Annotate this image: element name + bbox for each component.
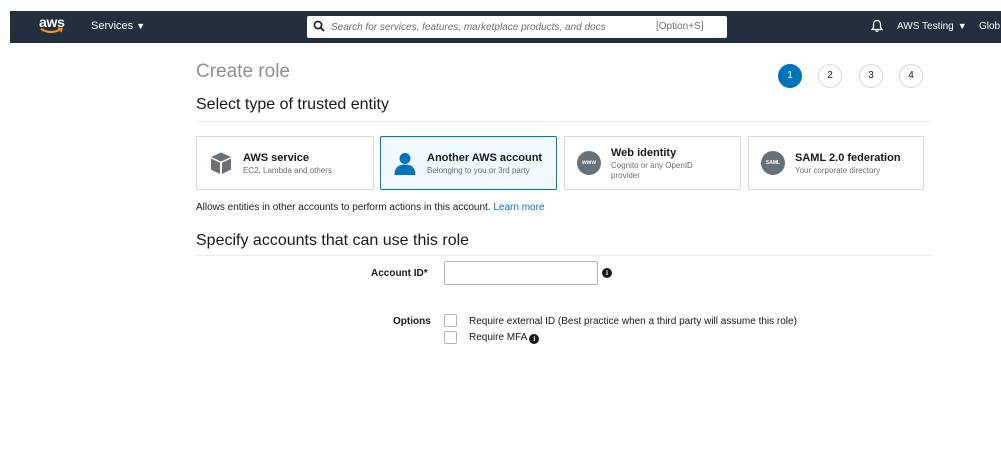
account-id-input[interactable] <box>444 261 598 285</box>
description-text: Allows entities in other accounts to per… <box>196 202 491 213</box>
trusted-entity-heading: Select type of trusted entity <box>196 96 389 113</box>
notifications-bell-icon[interactable] <box>870 19 884 33</box>
cube-icon <box>211 152 231 174</box>
tile-title: SAML 2.0 federation <box>795 152 901 164</box>
www-icon: www <box>577 151 601 175</box>
tile-title: AWS service <box>243 152 310 164</box>
section-divider <box>196 121 932 122</box>
section-divider <box>196 255 932 256</box>
tile-subtitle: Your corporate directory <box>795 166 881 175</box>
tile-title: Web identity <box>611 147 677 159</box>
search-icon <box>313 20 325 32</box>
require-external-id-checkbox[interactable] <box>444 314 457 327</box>
step-4[interactable]: 4 <box>899 64 923 88</box>
user-icon <box>394 153 416 175</box>
step-1[interactable]: 1 <box>778 64 802 88</box>
wizard-steps: 1 2 3 4 <box>778 64 928 88</box>
page-title: Create role <box>196 61 290 82</box>
aws-smile-icon <box>40 27 63 33</box>
learn-more-link[interactable]: Learn more <box>493 202 544 213</box>
tile-aws-service[interactable]: AWS service EC2, Lambda and others <box>196 136 374 190</box>
step-3[interactable]: 3 <box>859 64 883 88</box>
top-navigation-bar: aws Services▼ [Option+S] AWS Testing▼ Gl… <box>10 11 1001 43</box>
tile-subtitle: Belonging to you or 3rd party <box>427 166 530 175</box>
require-mfa-option: Require MFA i <box>469 332 540 344</box>
tile-web-identity[interactable]: www Web identity Cognito or any OpenID p… <box>564 136 741 190</box>
info-icon[interactable]: i <box>602 268 612 278</box>
step-2[interactable]: 2 <box>818 64 842 88</box>
saml-icon: SAML <box>761 151 785 175</box>
specify-accounts-heading: Specify accounts that can use this role <box>196 232 470 249</box>
aws-logo[interactable]: aws <box>39 14 67 39</box>
tile-subtitle: EC2, Lambda and others <box>243 166 332 175</box>
search-bar[interactable]: [Option+S] <box>307 16 727 38</box>
caret-down-icon: ▼ <box>136 21 146 31</box>
region-menu-button[interactable]: Glob <box>979 21 1000 32</box>
info-icon[interactable]: i <box>529 334 540 344</box>
options-label: Options <box>393 316 431 327</box>
tile-title: Another AWS account <box>427 152 543 164</box>
tile-another-aws-account[interactable]: Another AWS account Belonging to you or … <box>380 136 557 190</box>
search-shortcut-hint: [Option+S] <box>656 21 704 32</box>
trusted-entity-description: Allows entities in other accounts to per… <box>196 202 545 213</box>
services-label: Services <box>91 20 134 32</box>
require-external-id-label: Require external ID (Best practice when … <box>469 316 797 327</box>
caret-down-icon: ▼ <box>957 21 967 31</box>
tile-saml-federation[interactable]: SAML SAML 2.0 federation Your corporate … <box>748 136 924 190</box>
require-mfa-label: Require MFA <box>469 332 528 343</box>
account-label: AWS Testing <box>897 21 954 32</box>
require-mfa-checkbox[interactable] <box>444 331 457 344</box>
account-id-label: Account ID* <box>371 268 428 279</box>
account-menu-button[interactable]: AWS Testing ▼ <box>897 21 967 32</box>
tile-subtitle: Cognito or any OpenID provider <box>611 161 693 180</box>
services-menu-button[interactable]: Services ▼ <box>91 20 145 32</box>
search-input[interactable] <box>331 16 631 38</box>
